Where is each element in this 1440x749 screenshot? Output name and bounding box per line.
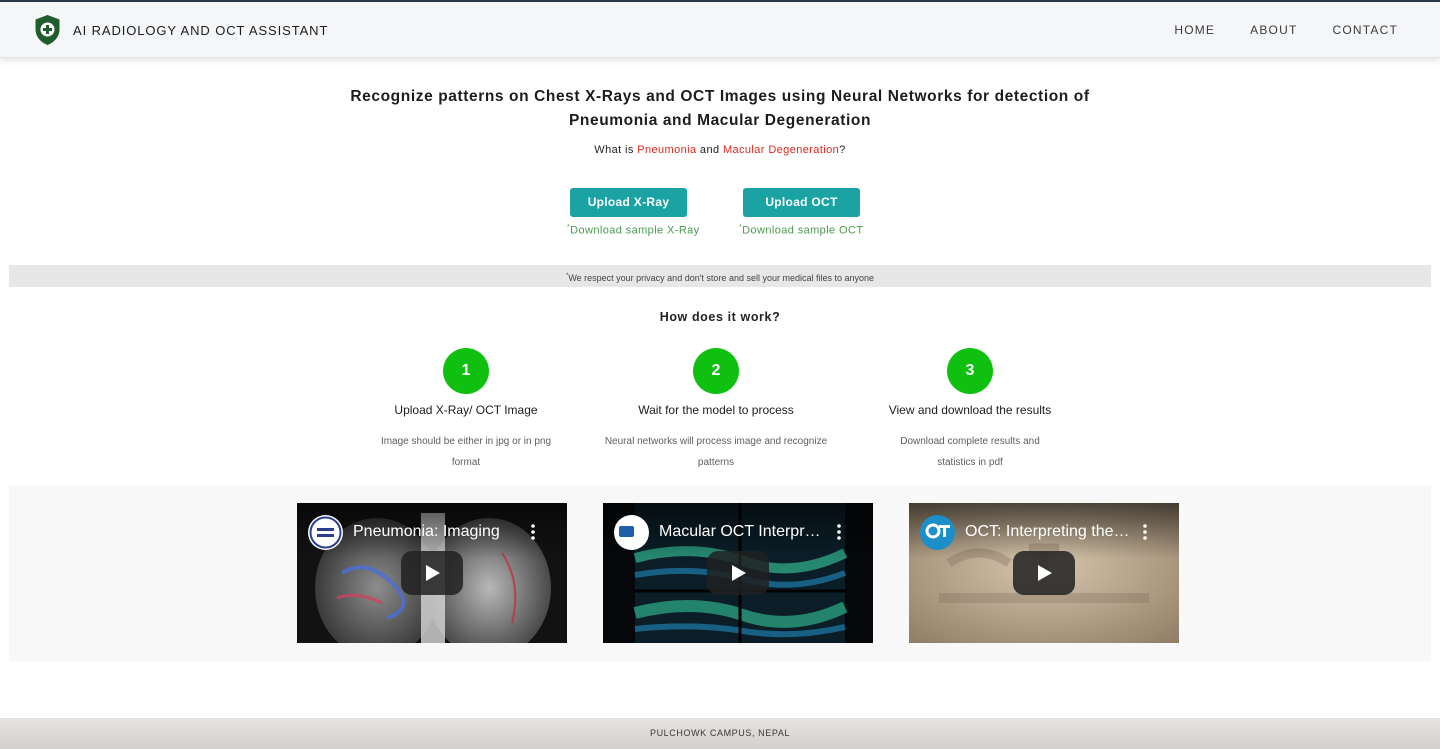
pneumonia-link[interactable]: Pneumonia xyxy=(637,144,696,156)
step-title: Upload X-Ray/ OCT Image xyxy=(394,403,538,417)
macular-degeneration-link[interactable]: Macular Degeneration xyxy=(723,144,839,156)
shield-plus-icon xyxy=(35,15,60,45)
step-title: Wait for the model to process xyxy=(638,403,794,417)
sample-xray-label: Download sample X-Ray xyxy=(570,224,700,237)
footer-text: PULCHOWK CAMPUS, NEPAL xyxy=(649,728,791,738)
top-nav: HOME ABOUT CONTACT xyxy=(1139,23,1398,37)
step-description: Download complete results and statistics… xyxy=(900,436,1040,468)
step-title: View and download the results xyxy=(888,403,1052,417)
more-options-icon[interactable] xyxy=(837,524,841,540)
video-macular-oct[interactable]: Macular OCT Interpr… xyxy=(603,503,873,643)
step-number-badge: 2 xyxy=(693,348,739,394)
step-process: 2 Wait for the model to process Neural n… xyxy=(591,348,841,473)
download-sample-xray-link[interactable]: *Download sample X-Ray xyxy=(567,224,700,237)
what-is-prefix: What is xyxy=(594,144,638,156)
nav-contact-link[interactable]: CONTACT xyxy=(1332,23,1398,37)
video-title[interactable]: OCT: Interpreting the… xyxy=(965,523,1130,541)
video-title[interactable]: Pneumonia: Imaging xyxy=(353,523,500,541)
what-is-and: and xyxy=(696,144,723,156)
download-sample-oct-link[interactable]: *Download sample OCT xyxy=(739,224,863,237)
privacy-text: We respect your privacy and don't store … xyxy=(568,273,875,283)
video-title[interactable]: Macular OCT Interpr… xyxy=(659,523,821,541)
what-is-suffix: ? xyxy=(839,144,846,156)
brand[interactable]: AI RADIOLOGY AND OCT ASSISTANT xyxy=(34,14,328,46)
hero-title-line2: Pneumonia and Macular Degeneration xyxy=(568,112,872,129)
step-description: Image should be either in jpg or in png … xyxy=(380,436,552,468)
nav-home-link[interactable]: HOME xyxy=(1174,23,1215,37)
video-pneumonia-imaging[interactable]: Pneumonia: Imaging xyxy=(297,503,567,643)
step-number-badge: 3 xyxy=(947,348,993,394)
hero-title: Recognize patterns on Chest X-Rays and O… xyxy=(320,85,1120,133)
od-logo-icon[interactable] xyxy=(614,515,649,550)
how-it-works-title: How does it work? xyxy=(659,310,781,324)
step-results: 3 View and download the results Download… xyxy=(845,348,1095,473)
sample-oct-label: Download sample OCT xyxy=(742,224,864,237)
ot-logo-icon[interactable] xyxy=(920,515,955,550)
step-upload: 1 Upload X-Ray/ OCT Image Image should b… xyxy=(341,348,591,473)
video-oct-interpreting[interactable]: OCT: Interpreting the… xyxy=(909,503,1179,643)
play-button-icon[interactable] xyxy=(401,551,463,595)
navbar: AI RADIOLOGY AND OCT ASSISTANT HOME ABOU… xyxy=(0,2,1440,58)
upload-oct-button[interactable]: Upload OCT xyxy=(743,188,860,217)
privacy-notice: *We respect your privacy and don't store… xyxy=(9,265,1431,287)
more-options-icon[interactable] xyxy=(1143,524,1147,540)
hero-title-line1: Recognize patterns on Chest X-Rays and O… xyxy=(350,88,1090,105)
play-button-icon[interactable] xyxy=(707,551,769,595)
step-number-badge: 1 xyxy=(443,348,489,394)
more-options-icon[interactable] xyxy=(531,524,535,540)
what-is-line: What is Pneumonia and Macular Degenerati… xyxy=(420,144,1020,156)
casemed-minute-logo-icon[interactable] xyxy=(308,515,343,550)
upload-xray-button[interactable]: Upload X-Ray xyxy=(570,188,687,217)
app-title: AI RADIOLOGY AND OCT ASSISTANT xyxy=(73,22,329,38)
step-description: Neural networks will process image and r… xyxy=(604,436,828,468)
nav-about-link[interactable]: ABOUT xyxy=(1250,23,1297,37)
footer: PULCHOWK CAMPUS, NEPAL xyxy=(0,718,1440,749)
play-button-icon[interactable] xyxy=(1013,551,1075,595)
